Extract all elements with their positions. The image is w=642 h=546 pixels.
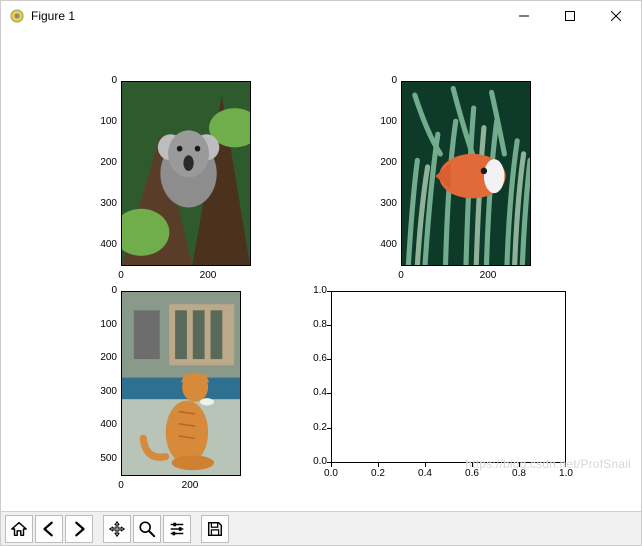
xtick-label: 200: [200, 271, 217, 281]
ytick-label: 400: [93, 420, 117, 430]
toolbar-pan-button[interactable]: [103, 515, 131, 543]
ytick-label: 200: [93, 158, 117, 168]
toolbar-forward-button[interactable]: [65, 515, 93, 543]
toolbar-subplots-button[interactable]: [163, 515, 191, 543]
window-title: Figure 1: [31, 9, 75, 23]
matplotlib-toolbar: [1, 511, 641, 545]
arrow-right-icon: [70, 520, 88, 538]
xtick-label: 200: [182, 481, 199, 491]
zoom-icon: [138, 520, 156, 538]
app-icon: [9, 8, 25, 24]
axes-box-0: [121, 81, 251, 266]
save-icon: [206, 520, 224, 538]
toolbar-home-button[interactable]: [5, 515, 33, 543]
window-titlebar: Figure 1: [1, 1, 641, 31]
xtick-label: 0.0: [324, 469, 338, 479]
subplot-2: 0 100 200 300 400 500 0 200: [121, 291, 241, 476]
subplot-1: 0 100 200 300 400 0 200: [401, 81, 531, 266]
ytick-label: 100: [93, 320, 117, 330]
image-koala: [122, 82, 250, 265]
image-cat: [122, 292, 240, 475]
ytick-label: 200: [93, 353, 117, 363]
ytick-label: 1.0: [303, 286, 327, 296]
ytick-label: 0: [373, 76, 397, 86]
ytick-label: 0.2: [303, 423, 327, 433]
image-clownfish: [402, 82, 530, 265]
ytick-label: 0.0: [303, 457, 327, 467]
subplot-0: 0 100 200 300 400 0 200: [121, 81, 251, 266]
window-minimize-button[interactable]: [501, 1, 547, 31]
ytick-label: 400: [373, 240, 397, 250]
ytick-label: 300: [373, 199, 397, 209]
xtick-label: 0.4: [418, 469, 432, 479]
axes-box-3: [331, 291, 566, 463]
xtick-label: 0: [398, 271, 404, 281]
ytick-label: 0: [93, 76, 117, 86]
pan-icon: [108, 520, 126, 538]
ytick-label: 400: [93, 240, 117, 250]
subplot-3: 0.0 0.2 0.4 0.6 0.8 1.0 0.0 0.2 0.4 0.6 …: [331, 291, 566, 463]
arrow-left-icon: [40, 520, 58, 538]
toolbar-back-button[interactable]: [35, 515, 63, 543]
ytick-label: 0.6: [303, 354, 327, 364]
window-close-button[interactable]: [593, 1, 639, 31]
home-icon: [10, 520, 28, 538]
toolbar-save-button[interactable]: [201, 515, 229, 543]
xtick-label: 1.0: [559, 469, 573, 479]
xtick-label: 0.2: [371, 469, 385, 479]
figure-canvas[interactable]: 0 100 200 300 400 0 200: [1, 31, 641, 511]
xtick-label: 0: [118, 271, 124, 281]
ytick-label: 0.4: [303, 388, 327, 398]
ytick-label: 0: [93, 286, 117, 296]
sliders-icon: [168, 520, 186, 538]
ytick-label: 200: [373, 158, 397, 168]
ytick-label: 100: [93, 117, 117, 127]
window-maximize-button[interactable]: [547, 1, 593, 31]
axes-box-2: [121, 291, 241, 476]
toolbar-zoom-button[interactable]: [133, 515, 161, 543]
ytick-label: 300: [93, 387, 117, 397]
xtick-label: 0: [118, 481, 124, 491]
ytick-label: 0.8: [303, 320, 327, 330]
ytick-label: 100: [373, 117, 397, 127]
xtick-label: 0.8: [512, 469, 526, 479]
axes-box-1: [401, 81, 531, 266]
xtick-label: 200: [480, 271, 497, 281]
xtick-label: 0.6: [465, 469, 479, 479]
ytick-label: 500: [93, 454, 117, 464]
ytick-label: 300: [93, 199, 117, 209]
